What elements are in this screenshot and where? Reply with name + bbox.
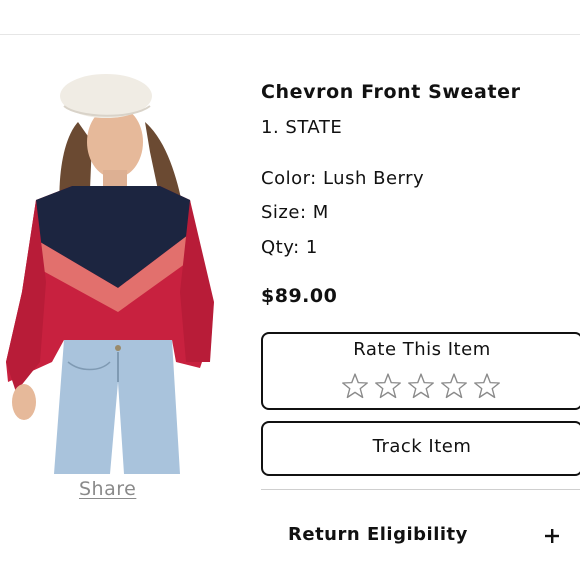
plus-icon[interactable] (544, 528, 560, 544)
section-divider (261, 489, 580, 490)
star-icon[interactable] (340, 371, 370, 401)
product-size: Size: M (261, 202, 329, 223)
star-icon[interactable] (439, 371, 469, 401)
product-price: $89.00 (261, 285, 338, 307)
return-eligibility-toggle[interactable]: Return Eligibility (261, 520, 580, 552)
return-eligibility-label: Return Eligibility (288, 524, 468, 545)
star-icon[interactable] (406, 371, 436, 401)
star-icon[interactable] (373, 371, 403, 401)
product-qty: Qty: 1 (261, 237, 318, 258)
track-item-label: Track Item (372, 436, 472, 457)
product-color: Color: Lush Berry (261, 168, 425, 189)
product-image[interactable] (0, 62, 220, 474)
product-brand: 1. STATE (261, 117, 343, 138)
star-rating[interactable] (340, 371, 502, 401)
share-link[interactable]: Share (79, 478, 136, 500)
rate-item-button[interactable]: Rate This Item (261, 332, 580, 410)
product-title: Chevron Front Sweater (261, 81, 521, 103)
rate-item-label: Rate This Item (353, 339, 491, 360)
top-divider (0, 34, 580, 35)
star-icon[interactable] (472, 371, 502, 401)
track-item-button[interactable]: Track Item (261, 421, 580, 476)
